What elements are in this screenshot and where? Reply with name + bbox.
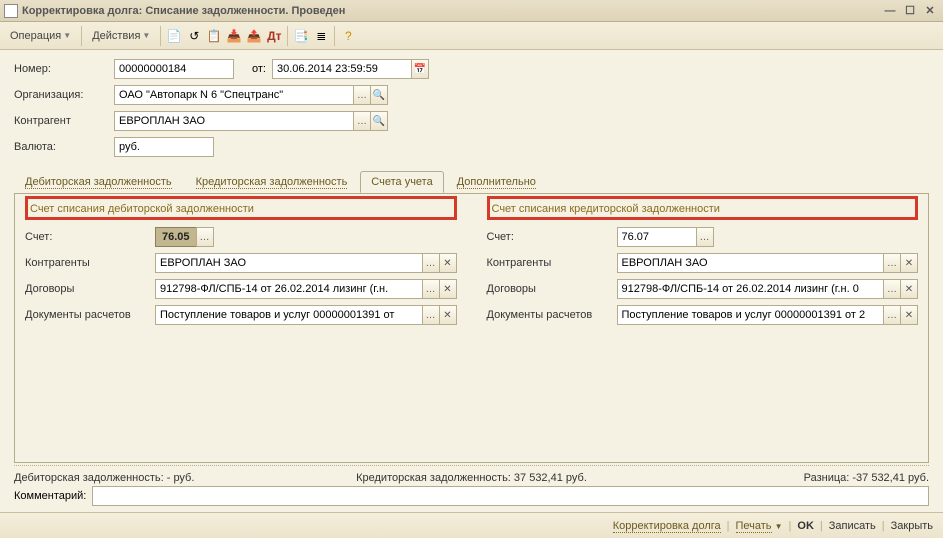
debit-docs-clear-button[interactable]: ✕ xyxy=(439,305,457,325)
calendar-button[interactable]: 📅 xyxy=(411,59,429,79)
app-icon xyxy=(4,4,18,18)
header-form: Номер: 00000000184 от: 30.06.2014 23:59:… xyxy=(0,50,943,166)
from-label: от: xyxy=(234,63,272,75)
currency-input[interactable]: руб. xyxy=(114,137,214,157)
footer-title-button[interactable]: Корректировка долга xyxy=(613,520,721,532)
debit-contr-label: Контрагенты xyxy=(25,257,155,269)
credit-contract-input[interactable]: 912798-ФЛ/СПБ-14 от 26.02.2014 лизинг (г… xyxy=(617,279,885,299)
summary-bar: Дебиторская задолженность: - руб. Кредит… xyxy=(0,466,943,486)
debit-docs-input[interactable]: Поступление товаров и услуг 00000001391 … xyxy=(155,305,423,325)
tab-accounts[interactable]: Счета учета xyxy=(360,171,443,193)
contr-input[interactable]: ЕВРОПЛАН ЗАО xyxy=(114,111,354,131)
tab-debit-debt[interactable]: Дебиторская задолженность xyxy=(14,171,183,193)
credit-account-input[interactable]: 76.07 xyxy=(617,227,697,247)
credit-contr-input[interactable]: ЕВРОПЛАН ЗАО xyxy=(617,253,885,273)
debit-contr-select-button[interactable]: … xyxy=(422,253,440,273)
toolbar-icon-5[interactable]: 📤 xyxy=(245,27,263,45)
debit-account-select-button[interactable]: … xyxy=(196,227,214,247)
summary-credit: Кредиторская задолженность: 37 532,41 ру… xyxy=(319,472,624,484)
contr-select-button[interactable]: … xyxy=(353,111,371,131)
close-button[interactable]: ✕ xyxy=(921,3,939,19)
toolbar-icon-2[interactable]: ↺ xyxy=(185,27,203,45)
toolbar-icon-8[interactable]: ≣ xyxy=(312,27,330,45)
footer-bar: Корректировка долга | Печать ▼ | OK | За… xyxy=(0,512,943,538)
comment-label: Комментарий: xyxy=(14,490,86,502)
tab-panel-accounts: Счет списания дебиторской задолженности … xyxy=(14,193,929,463)
credit-contr-label: Контрагенты xyxy=(487,257,617,269)
org-input[interactable]: ОАО "Автопарк N 6 "Спецтранс" xyxy=(114,85,354,105)
contr-label: Контрагент xyxy=(14,115,114,127)
help-icon[interactable]: ? xyxy=(339,27,357,45)
debit-contract-label: Договоры xyxy=(25,283,155,295)
credit-fieldset: Счет списания кредиторской задолженности… xyxy=(487,204,919,452)
toolbar-icon-3[interactable]: 📋 xyxy=(205,27,223,45)
tab-additional[interactable]: Дополнительно xyxy=(446,171,547,193)
number-label: Номер: xyxy=(14,63,114,75)
print-button[interactable]: Печать ▼ xyxy=(736,520,783,532)
debit-docs-select-button[interactable]: … xyxy=(422,305,440,325)
debit-docs-label: Документы расчетов xyxy=(25,309,155,321)
summary-debit: Дебиторская задолженность: - руб. xyxy=(14,472,319,484)
date-input[interactable]: 30.06.2014 23:59:59 xyxy=(272,59,412,79)
debit-contract-input[interactable]: 912798-ФЛ/СПБ-14 от 26.02.2014 лизинг (г… xyxy=(155,279,423,299)
credit-contract-select-button[interactable]: … xyxy=(883,279,901,299)
toolbar-icon-7[interactable]: 📑 xyxy=(292,27,310,45)
contr-search-button[interactable]: 🔍 xyxy=(370,111,388,131)
credit-docs-clear-button[interactable]: ✕ xyxy=(900,305,918,325)
save-button[interactable]: Записать xyxy=(829,520,876,532)
debit-contr-clear-button[interactable]: ✕ xyxy=(439,253,457,273)
credit-docs-label: Документы расчетов xyxy=(487,309,617,321)
menu-actions[interactable]: Действия▼ xyxy=(86,26,156,46)
toolbar-icon-1[interactable]: 📄 xyxy=(165,27,183,45)
debit-account-input[interactable]: 76.05 xyxy=(155,227,197,247)
credit-legend: Счет списания кредиторской задолженности xyxy=(487,196,919,220)
toolbar-icon-6[interactable]: Дт xyxy=(265,27,283,45)
credit-contract-label: Договоры xyxy=(487,283,617,295)
credit-account-select-button[interactable]: … xyxy=(696,227,714,247)
debit-contract-clear-button[interactable]: ✕ xyxy=(439,279,457,299)
debit-fieldset: Счет списания дебиторской задолженности … xyxy=(25,204,457,452)
minimize-button[interactable]: — xyxy=(881,3,899,19)
credit-contr-select-button[interactable]: … xyxy=(883,253,901,273)
credit-docs-select-button[interactable]: … xyxy=(883,305,901,325)
org-select-button[interactable]: … xyxy=(353,85,371,105)
debit-account-label: Счет: xyxy=(25,231,155,243)
toolbar: Операция▼ Действия▼ 📄 ↺ 📋 📥 📤 Дт 📑 ≣ ? xyxy=(0,22,943,50)
debit-contr-input[interactable]: ЕВРОПЛАН ЗАО xyxy=(155,253,423,273)
summary-diff: Разница: -37 532,41 руб. xyxy=(624,472,929,484)
currency-label: Валюта: xyxy=(14,141,114,153)
credit-contract-clear-button[interactable]: ✕ xyxy=(900,279,918,299)
credit-docs-input[interactable]: Поступление товаров и услуг 00000001391 … xyxy=(617,305,885,325)
credit-account-label: Счет: xyxy=(487,231,617,243)
org-label: Организация: xyxy=(14,89,114,101)
number-input[interactable]: 00000000184 xyxy=(114,59,234,79)
tab-bar: Дебиторская задолженность Кредиторская з… xyxy=(14,171,929,194)
comment-input[interactable] xyxy=(92,486,929,506)
menu-operation[interactable]: Операция▼ xyxy=(4,26,77,46)
titlebar: Корректировка долга: Списание задолженно… xyxy=(0,0,943,22)
toolbar-icon-4[interactable]: 📥 xyxy=(225,27,243,45)
window-title: Корректировка долга: Списание задолженно… xyxy=(22,5,881,17)
close-footer-button[interactable]: Закрыть xyxy=(891,520,933,532)
credit-contr-clear-button[interactable]: ✕ xyxy=(900,253,918,273)
tab-credit-debt[interactable]: Кредиторская задолженность xyxy=(185,171,359,193)
debit-contract-select-button[interactable]: … xyxy=(422,279,440,299)
org-search-button[interactable]: 🔍 xyxy=(370,85,388,105)
debit-legend: Счет списания дебиторской задолженности xyxy=(25,196,457,220)
maximize-button[interactable]: ☐ xyxy=(901,3,919,19)
ok-button[interactable]: OK xyxy=(797,520,814,532)
